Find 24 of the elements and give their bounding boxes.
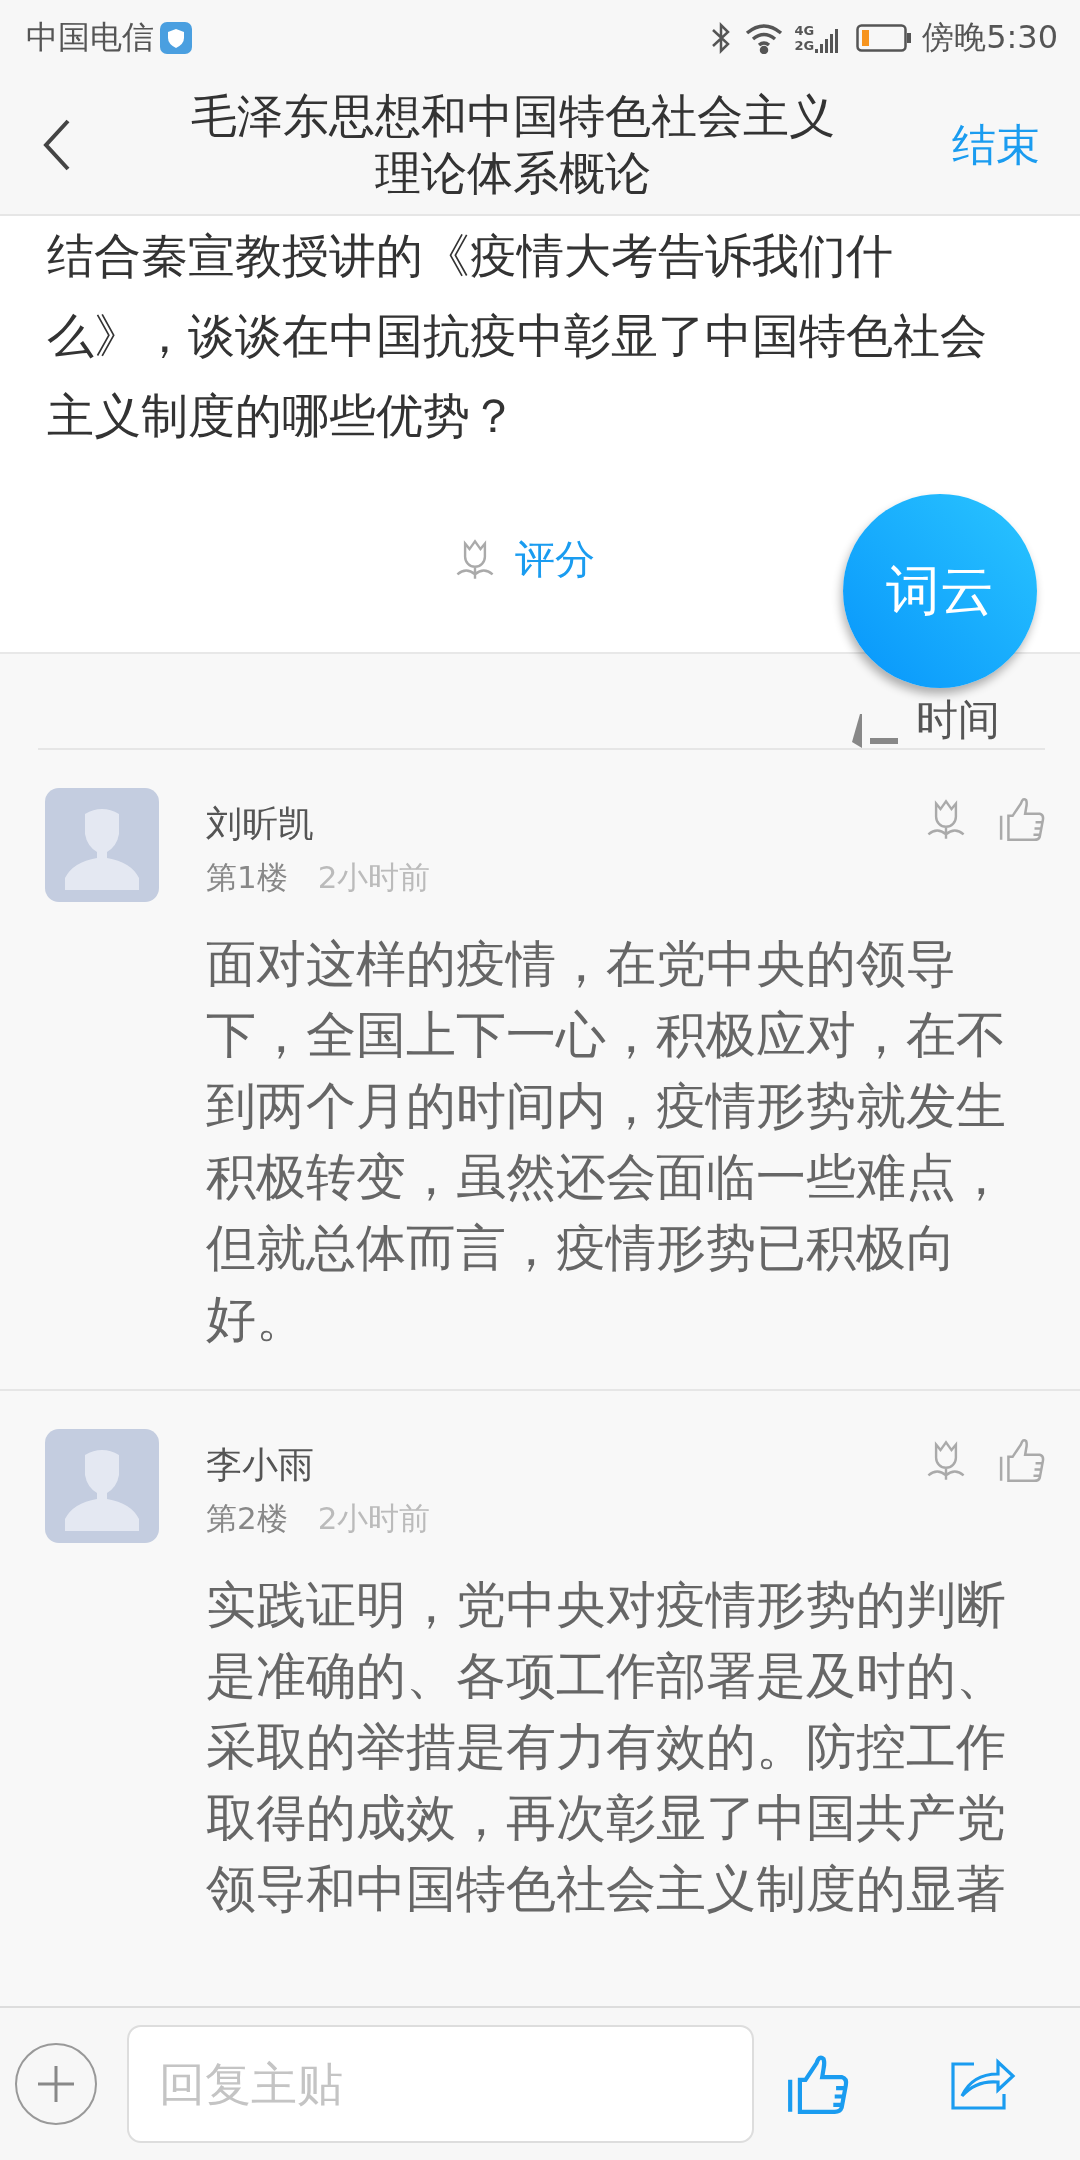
clock-time: 傍晚5:30 (922, 17, 1058, 58)
sort-by-time[interactable]: 时间 (916, 692, 1000, 748)
question-text: 结合秦宣教授讲的《疫情大考告诉我们什么》，谈谈在中国抗疫中彰显了中国特色社会主义制度的哪些优势？ (47, 227, 988, 445)
floor-number: 第1楼 (206, 858, 288, 897)
reply-text: 实践证明，党中央对疫情形势的判断是准确的、各项工作部署是及时的、采取的举措是有力有效的。防控工作取得的成效，再次彰显了中国共产党领导和中国特色社会主义制度的显著 (206, 1575, 1007, 1920)
battery-icon (856, 23, 913, 53)
add-button[interactable] (15, 2043, 97, 2125)
rate-button[interactable]: 评分 (452, 531, 595, 587)
like-post-button[interactable] (786, 2052, 850, 2116)
reply-input[interactable]: 回复主贴 (127, 2025, 754, 2143)
post-time: 2小时前 (317, 1499, 431, 1538)
reply-text: 面对这样的疫情，在党中央的领导下，全国上下一心，积极应对，在不到两个月的时间内，疫情形势就发生积极转变，虽然还会面临一些难点，但就总体而言，疫情形势已积极向好。 (206, 934, 1007, 1350)
carrier-name: 中国电信 (26, 17, 154, 58)
page-title: 毛泽东思想和中国特色社会主义理论体系概论 (190, 87, 836, 202)
thumbs-up-icon (786, 2052, 850, 2116)
plus-icon (36, 2064, 76, 2104)
post-time: 2小时前 (317, 858, 431, 897)
user-name: 李小雨 (206, 1443, 315, 1487)
shield-icon (160, 22, 192, 54)
user-name: 刘昕凯 (206, 802, 315, 846)
share-button[interactable] (950, 2056, 1016, 2112)
end-button[interactable]: 结束 (952, 115, 1040, 175)
wifi-icon (744, 22, 785, 54)
floor-number: 第2楼 (206, 1499, 288, 1538)
